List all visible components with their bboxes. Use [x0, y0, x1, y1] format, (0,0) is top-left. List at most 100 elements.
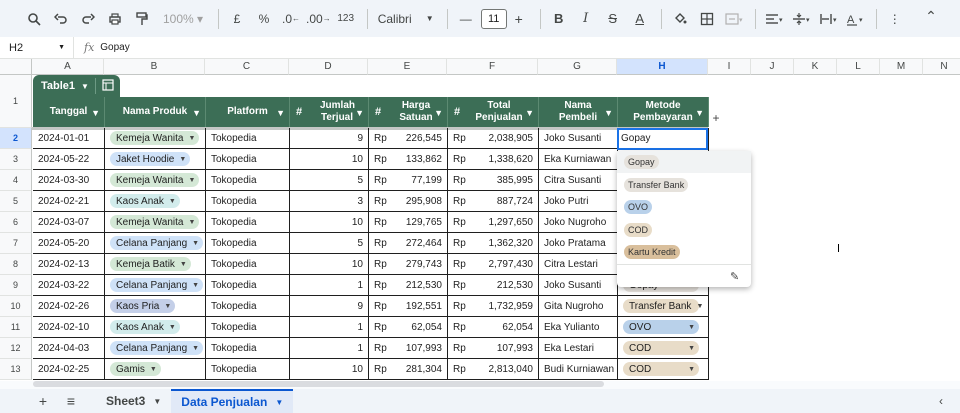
cell-harga-satuan[interactable]: Rp 129,765 — [369, 212, 448, 233]
row-header-9[interactable]: 9 — [0, 275, 32, 296]
product-chip[interactable]: Kemeja Batik ▼ — [110, 257, 191, 271]
chevron-down-icon[interactable]: ▼ — [150, 366, 157, 373]
product-chip[interactable]: Kemeja Wanita ▼ — [110, 131, 200, 145]
chevron-down-icon[interactable]: ▼ — [192, 282, 199, 289]
dropdown-option[interactable]: COD — [617, 219, 751, 241]
cell-platform[interactable]: Tokopedia — [206, 338, 290, 359]
table-name-chip[interactable]: Table1 ▼ — [33, 75, 120, 97]
chevron-down-icon[interactable]: ▼ — [164, 303, 171, 310]
column-header-c[interactable]: C — [205, 59, 289, 75]
cell-nama-pembeli[interactable]: Joko Nugroho — [539, 212, 618, 233]
cell-nama-produk[interactable]: Gamis ▼ — [105, 359, 206, 380]
column-header-l[interactable]: L — [837, 59, 880, 75]
chevron-down-icon[interactable]: ▼ — [91, 107, 100, 119]
cell-nama-produk[interactable]: Celana Panjang ▼ — [105, 233, 206, 254]
column-header-a[interactable]: A — [32, 59, 104, 75]
collapse-menu-icon[interactable]: ⌃ — [920, 8, 942, 30]
dropdown-option[interactable]: OVO — [617, 196, 751, 218]
row-header-10[interactable]: 10 — [0, 296, 32, 317]
cell-jumlah-terjual[interactable]: 5 — [290, 233, 369, 254]
increase-decimals-button[interactable]: .00 → — [306, 6, 331, 32]
vertical-align-icon[interactable]: ▾ — [789, 6, 813, 32]
cell-tanggal[interactable]: 2024-05-22 — [33, 149, 105, 170]
column-header-k[interactable]: K — [794, 59, 837, 75]
product-chip[interactable]: Celana Panjang ▼ — [110, 341, 204, 355]
cell-total-penjualan[interactable]: Rp 212,530 — [448, 275, 539, 296]
column-header-f[interactable]: F — [447, 59, 538, 75]
cell-total-penjualan[interactable]: Rp 1,338,620 — [448, 149, 539, 170]
payment-chip[interactable]: OVO ▼ — [623, 320, 699, 334]
cell-jumlah-terjual[interactable]: 10 — [290, 359, 369, 380]
formula-input[interactable]: Gopay — [100, 42, 129, 53]
cell-tanggal[interactable]: 2024-03-30 — [33, 170, 105, 191]
cell-total-penjualan[interactable]: Rp 1,362,320 — [448, 233, 539, 254]
text-wrap-icon[interactable]: ▾ — [816, 6, 840, 32]
sheet-tab[interactable]: Sheet3 ▼ — [96, 389, 171, 413]
cell-nama-pembeli[interactable]: Joko Susanti — [539, 275, 618, 296]
cell-nama-produk[interactable]: Kaos Pria ▼ — [105, 296, 206, 317]
header-jumlah-terjual[interactable]: # Jumlah Terjual ▼ — [290, 97, 369, 127]
product-chip[interactable]: Kaos Anak ▼ — [110, 320, 180, 334]
cell-nama-produk[interactable]: Kaos Anak ▼ — [105, 191, 206, 212]
column-header-i[interactable]: I — [708, 59, 751, 75]
column-header-b[interactable]: B — [104, 59, 205, 75]
cell-tanggal[interactable]: 2024-02-10 — [33, 317, 105, 338]
row-header-13[interactable]: 13 — [0, 359, 32, 380]
chevron-down-icon[interactable]: ▼ — [179, 156, 186, 163]
cell-tanggal[interactable]: 2024-01-01 — [33, 128, 105, 149]
cell-tanggal[interactable]: 2024-02-25 — [33, 359, 105, 380]
undo-icon[interactable] — [49, 6, 73, 32]
cell-total-penjualan[interactable]: Rp 2,813,040 — [448, 359, 539, 380]
cell-total-penjualan[interactable]: Rp 62,054 — [448, 317, 539, 338]
cell-jumlah-terjual[interactable]: 1 — [290, 275, 369, 296]
cell-platform[interactable]: Tokopedia — [206, 275, 290, 296]
cell-harga-satuan[interactable]: Rp 77,199 — [369, 170, 448, 191]
italic-button[interactable]: I — [574, 6, 598, 32]
cell-metode-pembayaran[interactable]: COD ▼ — [618, 338, 709, 359]
product-chip[interactable]: Kemeja Wanita ▼ — [110, 215, 200, 229]
cell-nama-produk[interactable]: Jaket Hoodie ▼ — [105, 149, 206, 170]
chevron-down-icon[interactable]: ▼ — [188, 135, 195, 142]
cell-harga-satuan[interactable]: Rp 133,862 — [369, 149, 448, 170]
chevron-down-icon[interactable]: ▼ — [275, 398, 283, 407]
cell-metode-pembayaran[interactable]: OVO ▼ — [618, 317, 709, 338]
cell-nama-pembeli[interactable]: Gita Nugroho — [539, 296, 618, 317]
header-metode-pembayaran[interactable]: Metode Pembayaran ▼ — [618, 97, 709, 127]
payment-chip[interactable]: COD ▼ — [623, 362, 699, 376]
row-header-12[interactable]: 12 — [0, 338, 32, 359]
cell-nama-produk[interactable]: Celana Panjang ▼ — [105, 338, 206, 359]
cell-harga-satuan[interactable]: Rp 272,464 — [369, 233, 448, 254]
row-header-3[interactable]: 3 — [0, 149, 32, 170]
cell-nama-produk[interactable]: Kaos Anak ▼ — [105, 317, 206, 338]
print-icon[interactable] — [103, 6, 127, 32]
cell-nama-pembeli[interactable]: Citra Susanti — [539, 170, 618, 191]
cell-nama-pembeli[interactable]: Eka Lestari — [539, 338, 618, 359]
row-header-2[interactable]: 2 — [0, 128, 32, 149]
column-header-j[interactable]: J — [751, 59, 794, 75]
cell-tanggal[interactable]: 2024-04-03 — [33, 338, 105, 359]
text-rotation-icon[interactable]: A ▾ — [843, 6, 867, 32]
chevron-down-icon[interactable]: ▼ — [604, 107, 613, 119]
cell-nama-produk[interactable]: Kemeja Wanita ▼ — [105, 128, 206, 149]
cell-total-penjualan[interactable]: Rp 385,995 — [448, 170, 539, 191]
cell-jumlah-terjual[interactable]: 9 — [290, 296, 369, 317]
cell-harga-satuan[interactable]: Rp 62,054 — [369, 317, 448, 338]
dropdown-option[interactable]: Transfer Bank — [617, 174, 751, 196]
row-header-11[interactable]: 11 — [0, 317, 32, 338]
dropdown-option[interactable]: Gopay — [617, 151, 751, 173]
font-size-input[interactable]: 11 — [480, 8, 507, 29]
cell-nama-pembeli[interactable]: Joko Putri — [539, 191, 618, 212]
cell-jumlah-terjual[interactable]: 9 — [290, 128, 369, 149]
decrease-decimals-button[interactable]: .0 ← — [279, 6, 303, 32]
chevron-down-icon[interactable]: ▼ — [192, 240, 199, 247]
cell-platform[interactable]: Tokopedia — [206, 191, 290, 212]
select-all-corner[interactable] — [0, 59, 32, 75]
cell-jumlah-terjual[interactable]: 10 — [290, 149, 369, 170]
text-color-button[interactable]: A — [628, 6, 652, 32]
cell-nama-pembeli[interactable]: Joko Pratama — [539, 233, 618, 254]
product-chip[interactable]: Kaos Anak ▼ — [110, 194, 180, 208]
strikethrough-button[interactable]: S — [601, 6, 625, 32]
merge-cells-icon[interactable]: ▾ — [722, 6, 746, 32]
add-column-icon[interactable]: + — [710, 111, 722, 125]
paint-format-icon[interactable] — [130, 6, 154, 32]
